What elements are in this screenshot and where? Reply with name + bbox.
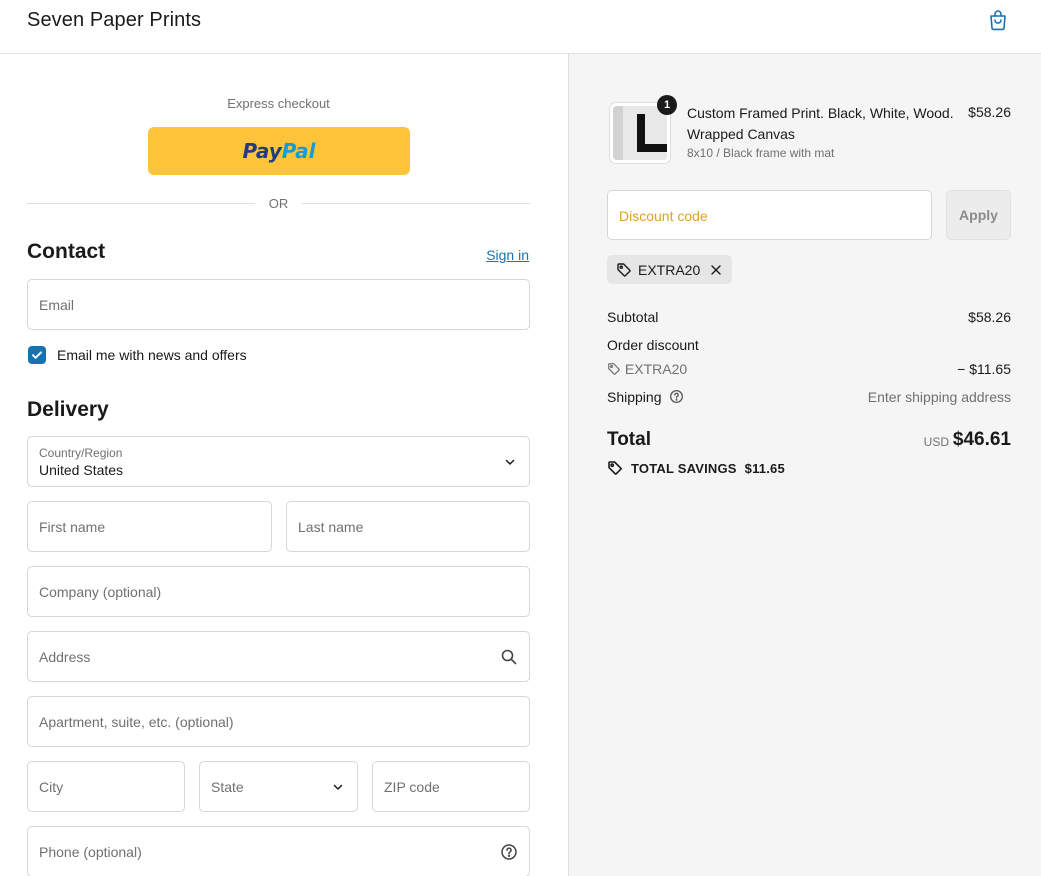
first-name-field[interactable]: First name	[27, 501, 272, 552]
city-placeholder: City	[39, 779, 64, 795]
product-title: Custom Framed Print. Black, White, Wood.…	[687, 105, 954, 142]
order-discount-row: Order discount	[607, 337, 1011, 353]
savings-tag-icon	[608, 461, 622, 475]
discount-code-field[interactable]: Discount code	[607, 190, 932, 240]
checkmark-icon	[32, 351, 42, 359]
shipping-row: Shipping Enter shipping address	[607, 389, 1011, 405]
paypal-button[interactable]: Pay Pal	[148, 127, 410, 175]
zip-placeholder: ZIP code	[384, 779, 440, 795]
news-offers-option[interactable]: Email me with news and offers	[28, 345, 247, 365]
total-currency: USD	[923, 435, 949, 449]
first-name-placeholder: First name	[39, 519, 106, 535]
company-field[interactable]: Company (optional)	[27, 566, 530, 617]
or-divider: OR	[27, 195, 530, 211]
help-icon[interactable]	[669, 389, 684, 404]
close-icon[interactable]	[709, 263, 723, 277]
framed-print-image	[613, 106, 667, 160]
country-value: United States	[39, 462, 124, 478]
subtotal-row: Subtotal $58.26	[607, 309, 1011, 325]
phone-field[interactable]: Phone (optional)	[27, 826, 530, 876]
discount-amount: − $11.65	[957, 361, 1011, 377]
savings-label: TOTAL SAVINGS	[631, 460, 737, 476]
checkout-header: Seven Paper Prints	[0, 0, 1041, 54]
sign-in-link[interactable]: Sign in	[486, 247, 529, 263]
contact-title: Contact	[27, 240, 106, 263]
chevron-down-icon	[505, 459, 515, 465]
last-name-placeholder: Last name	[298, 519, 364, 535]
paypal-logo-pay: Pay	[242, 139, 282, 163]
tag-icon	[608, 363, 620, 375]
tag-icon	[617, 262, 631, 277]
delivery-title: Delivery	[27, 398, 109, 421]
zip-field[interactable]: ZIP code	[372, 761, 530, 812]
city-field[interactable]: City	[27, 761, 185, 812]
apply-discount-button[interactable]: Apply	[946, 190, 1011, 240]
email-placeholder: Email	[39, 297, 75, 313]
chevron-down-icon	[333, 784, 343, 790]
search-icon[interactable]	[500, 648, 518, 666]
discount-code-label: EXTRA20	[624, 361, 688, 377]
news-offers-checkbox[interactable]	[28, 346, 46, 364]
paypal-logo-pal: Pal	[281, 139, 316, 163]
discount-detail-row: EXTRA20 − $11.65	[607, 361, 1011, 377]
last-name-field[interactable]: Last name	[286, 501, 530, 552]
checkout-form: Express checkout Pay Pal OR Contact Sign …	[0, 54, 569, 876]
order-discount-label: Order discount	[607, 337, 699, 353]
help-icon[interactable]	[500, 843, 518, 861]
shipping-label: Shipping	[607, 389, 662, 405]
product-image	[613, 106, 667, 160]
country-select[interactable]: Country/Region United States	[27, 436, 530, 487]
applied-discount-code: EXTRA20	[638, 261, 701, 278]
store-name[interactable]: Seven Paper Prints	[27, 9, 201, 32]
address-placeholder: Address	[39, 649, 91, 665]
country-label: Country/Region	[39, 446, 123, 460]
express-checkout-label: Express checkout	[227, 96, 330, 111]
subtotal-label: Subtotal	[607, 309, 659, 325]
state-select[interactable]: State	[199, 761, 358, 812]
total-amount: $46.61	[952, 429, 1011, 450]
total-label: Total	[607, 429, 651, 450]
order-summary: 1 Custom Framed Print. Black, White, Woo…	[569, 54, 1041, 876]
discount-code-placeholder: Discount code	[619, 208, 708, 224]
subtotal-value: $58.26	[968, 309, 1011, 325]
product-variant: 8x10 / Black frame with mat	[687, 146, 835, 160]
product-price: $58.26	[968, 104, 1011, 120]
news-offers-label: Email me with news and offers	[57, 347, 247, 363]
shipping-value: Enter shipping address	[867, 389, 1011, 405]
applied-discount-chip: EXTRA20	[607, 255, 733, 284]
address-field[interactable]: Address	[27, 631, 530, 682]
divider-line	[302, 203, 530, 204]
total-savings: TOTAL SAVINGS $11.65	[607, 460, 785, 476]
total-row: Total USD $46.61	[607, 429, 1011, 457]
quantity-badge: 1	[657, 95, 677, 115]
apartment-field[interactable]: Apartment, suite, etc. (optional)	[27, 696, 530, 747]
phone-placeholder: Phone (optional)	[39, 844, 142, 860]
shopping-bag-icon[interactable]	[986, 8, 1010, 32]
company-placeholder: Company (optional)	[39, 584, 162, 600]
apartment-placeholder: Apartment, suite, etc. (optional)	[39, 714, 234, 730]
email-field[interactable]: Email	[27, 279, 530, 330]
state-placeholder: State	[211, 779, 244, 795]
savings-amount: $11.65	[744, 460, 785, 476]
